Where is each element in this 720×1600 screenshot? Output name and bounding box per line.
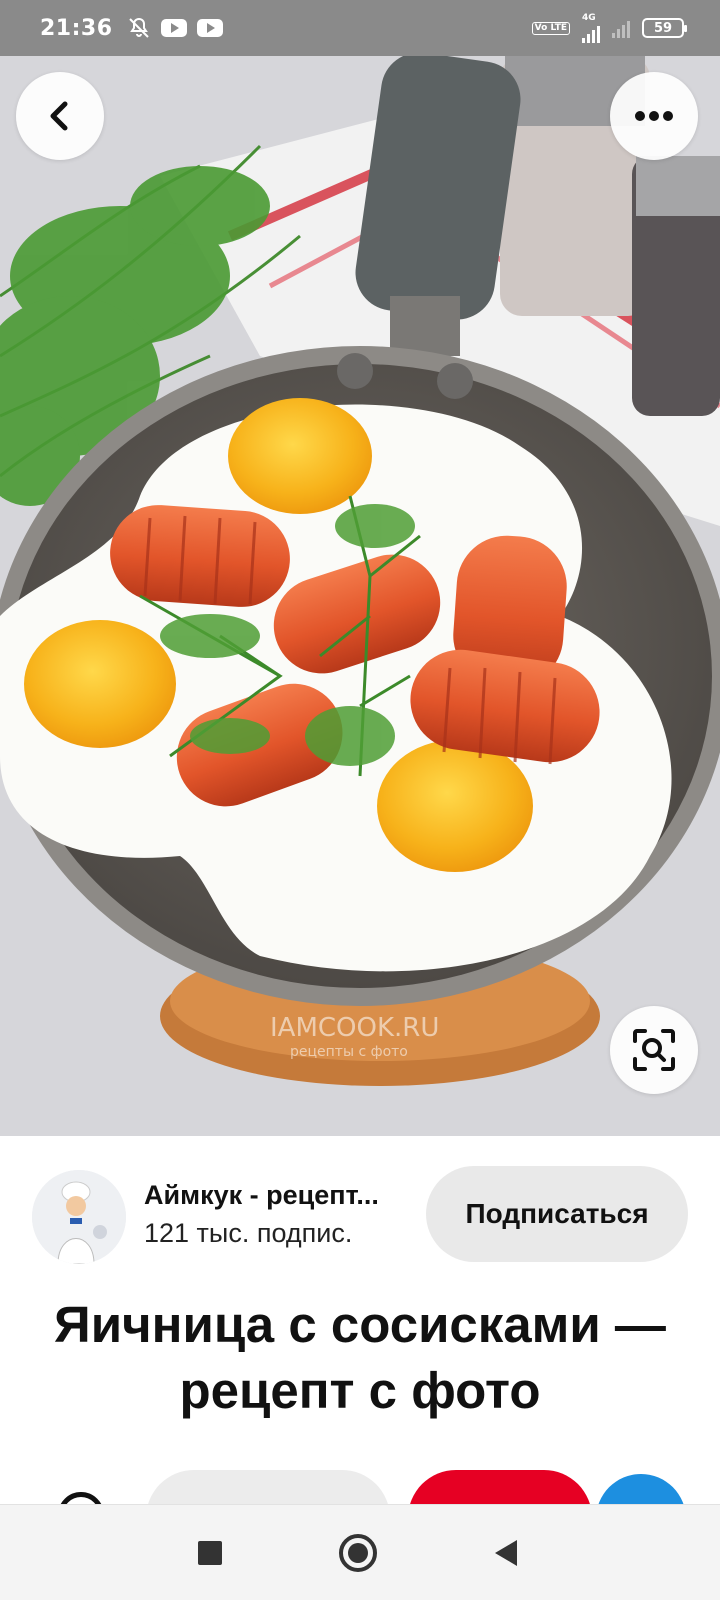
dnd-off-icon — [128, 17, 149, 38]
author-avatar[interactable] — [32, 1170, 126, 1264]
pin-action-row — [0, 1460, 720, 1504]
volte-icon: Vo LTE — [531, 21, 570, 35]
status-notification-icons — [127, 16, 223, 40]
back-button[interactable] — [16, 72, 104, 160]
share-button[interactable] — [596, 1474, 686, 1504]
system-back-button[interactable] — [470, 1517, 542, 1589]
comment-button[interactable] — [58, 1492, 104, 1504]
battery-level: 59 — [653, 20, 673, 36]
battery-icon: 59 — [642, 18, 687, 38]
recents-button[interactable] — [174, 1517, 246, 1589]
square-icon — [198, 1541, 222, 1565]
pin-title: Яичница с сосисками — рецепт с фото — [54, 1296, 666, 1419]
image-watermark: IAMCOOK.RU — [270, 1013, 439, 1043]
author-name[interactable]: Аймкук - рецепт... — [144, 1180, 416, 1211]
status-system-icons: Vo LTE 4G 59 — [531, 12, 687, 43]
home-circle-icon — [339, 1534, 377, 1572]
more-options-button[interactable] — [610, 72, 698, 160]
triangle-back-icon — [495, 1540, 517, 1566]
youtube-icon — [160, 19, 187, 37]
save-button[interactable] — [408, 1470, 592, 1504]
status-bar: 21:36 Vo LTE 4G 59 — [0, 0, 720, 56]
image-watermark-sub: рецепты с фото — [290, 1044, 408, 1060]
pin-image[interactable]: IAMCOOK.RU рецепты с фото — [0, 56, 720, 1136]
more-horizontal-icon — [635, 111, 673, 121]
visual-search-icon — [633, 1029, 675, 1071]
signal-secondary-icon — [612, 18, 630, 38]
system-navigation-bar — [0, 1504, 720, 1600]
author-subscribers: 121 тыс. подпис. — [144, 1218, 353, 1248]
home-button[interactable] — [322, 1517, 394, 1589]
signal-icon — [582, 23, 600, 43]
status-time: 21:36 — [40, 15, 113, 41]
author-row: Аймкук - рецепт... 121 тыс. подпис. Подп… — [0, 1166, 720, 1266]
food-photo: IAMCOOK.RU рецепты с фото — [0, 56, 720, 1136]
visit-button[interactable] — [146, 1470, 390, 1504]
visual-search-button[interactable] — [610, 1006, 698, 1094]
follow-button[interactable]: Подписаться — [426, 1166, 688, 1262]
network-type-label: 4G — [582, 12, 596, 23]
chevron-left-icon — [50, 101, 68, 131]
youtube-icon — [196, 19, 223, 37]
chef-avatar-icon — [32, 1170, 126, 1264]
